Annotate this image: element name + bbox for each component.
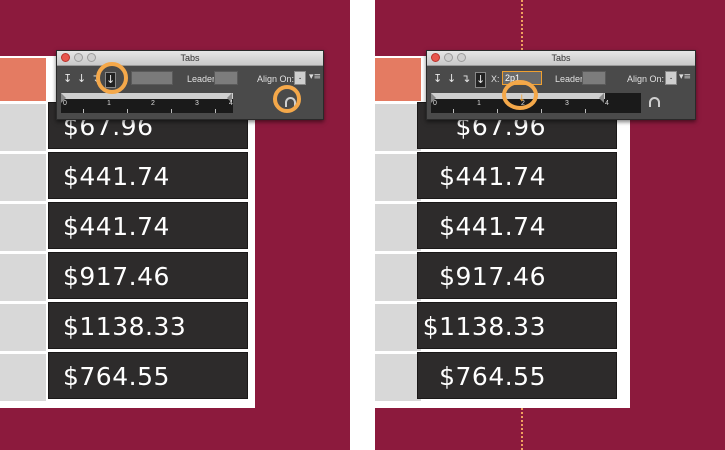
right-indent-marker[interactable]	[599, 93, 604, 103]
ruler-tab-area[interactable]	[61, 93, 233, 99]
window-title: Tabs	[180, 53, 200, 63]
price-cell[interactable]: $917.46	[417, 252, 617, 299]
side-cell	[0, 254, 46, 301]
tabs-toolbar: ↧ ↓ ↴ ↓ X: 2p1 Leader: Align On: . ▾≡	[427, 66, 695, 92]
price-text: $1138.33	[63, 312, 187, 341]
price-text: $917.46	[439, 262, 546, 291]
ruler-tick	[127, 109, 128, 113]
price-cell[interactable]: $441.74	[417, 202, 617, 249]
close-window-button[interactable]	[431, 53, 440, 62]
leader-label: Leader:	[555, 74, 586, 84]
x-label: X:	[491, 74, 500, 84]
window-title-bar[interactable]: Tabs	[57, 51, 323, 66]
ruler-tick	[497, 109, 498, 113]
ruler-number: 4	[605, 100, 609, 107]
header-cell	[375, 58, 421, 101]
ruler-number: 0	[433, 100, 437, 107]
magnet-icon-highlight	[273, 85, 301, 113]
side-cell	[375, 204, 421, 251]
minimize-window-button[interactable]	[444, 53, 453, 62]
align-on-field[interactable]: .	[294, 71, 306, 85]
ruler-number: 0	[63, 100, 67, 107]
side-cell	[0, 104, 46, 151]
side-cell	[0, 154, 46, 201]
ruler-number: 3	[195, 100, 199, 107]
ruler-number: 4	[229, 100, 233, 107]
align-on-field[interactable]: .	[665, 71, 677, 85]
right-panel: $67.96 $441.74 $441.74 $917.46 $1138.33 …	[375, 0, 725, 450]
leader-label: Leader:	[187, 74, 218, 84]
left-panel: $67.96 $441.74 $441.74 $917.46 $1138.33 …	[0, 0, 350, 450]
center-justified-tab-icon[interactable]: ↓	[447, 72, 456, 86]
price-text: $917.46	[63, 262, 170, 291]
side-cell	[375, 304, 421, 351]
price-column: $67.96 $441.74 $441.74 $917.46 $1138.33 …	[417, 102, 617, 402]
align-on-label: Align On:	[627, 74, 665, 84]
side-column	[375, 104, 421, 404]
right-justified-tab-icon[interactable]: ↴	[461, 72, 470, 86]
price-text: $764.55	[63, 362, 170, 391]
ruler-tick	[215, 109, 216, 113]
tab-stop-highlight	[502, 80, 538, 110]
tab-ruler[interactable]: 0 1 2 3 4	[61, 93, 233, 113]
zoom-window-button[interactable]	[87, 53, 96, 62]
ruler-tick	[541, 109, 542, 113]
decimal-tab-highlight	[96, 62, 128, 94]
side-cell	[0, 354, 46, 401]
price-text: $1138.33	[422, 312, 546, 341]
magnet-icon[interactable]	[649, 97, 660, 107]
side-cell	[375, 104, 421, 151]
price-text: $441.74	[439, 212, 546, 241]
leader-field[interactable]	[214, 71, 238, 85]
side-cell	[0, 204, 46, 251]
price-cell[interactable]: $764.55	[48, 352, 248, 399]
price-cell[interactable]: $441.74	[48, 202, 248, 249]
minimize-window-button[interactable]	[74, 53, 83, 62]
ruler-number: 1	[477, 100, 481, 107]
side-cell	[375, 154, 421, 201]
ruler-tick	[453, 109, 454, 113]
price-text: $764.55	[439, 362, 546, 391]
price-text: $441.74	[63, 162, 170, 191]
close-window-button[interactable]	[61, 53, 70, 62]
ruler-number: 2	[151, 100, 155, 107]
decimal-tab-icon[interactable]: ↓	[475, 72, 486, 88]
price-text: $441.74	[63, 212, 170, 241]
price-cell[interactable]: $917.46	[48, 252, 248, 299]
left-justified-tab-icon[interactable]: ↧	[433, 72, 442, 86]
price-cell[interactable]: $764.55	[417, 352, 617, 399]
price-cell[interactable]: $441.74	[417, 152, 617, 199]
ruler-tick	[585, 109, 586, 113]
price-text: $441.74	[439, 162, 546, 191]
tabs-window[interactable]: Tabs ↧ ↓ ↴ ↓ X: 2p1 Leader: Align On: . …	[426, 50, 696, 120]
ruler-number: 3	[565, 100, 569, 107]
center-justified-tab-icon[interactable]: ↓	[77, 72, 86, 86]
panel-menu-icon[interactable]: ▾≡	[679, 72, 691, 82]
ruler-tick	[171, 109, 172, 113]
tab-position-field[interactable]	[131, 71, 173, 85]
side-column	[0, 104, 46, 404]
price-cell[interactable]: $1138.33	[417, 302, 617, 349]
side-cell	[375, 254, 421, 301]
ruler-tick	[83, 109, 84, 113]
zoom-window-button[interactable]	[457, 53, 466, 62]
side-cell	[0, 304, 46, 351]
price-column: $67.96 $441.74 $441.74 $917.46 $1138.33 …	[48, 102, 248, 402]
left-justified-tab-icon[interactable]: ↧	[63, 72, 72, 86]
leader-field[interactable]	[582, 71, 606, 85]
align-on-label: Align On:	[257, 74, 295, 84]
price-cell[interactable]: $1138.33	[48, 302, 248, 349]
ruler-number: 1	[107, 100, 111, 107]
window-title-bar[interactable]: Tabs	[427, 51, 695, 66]
price-cell[interactable]: $441.74	[48, 152, 248, 199]
side-cell	[375, 354, 421, 401]
window-title: Tabs	[551, 53, 571, 63]
panel-menu-icon[interactable]: ▾≡	[309, 72, 321, 82]
header-cell	[0, 58, 46, 101]
